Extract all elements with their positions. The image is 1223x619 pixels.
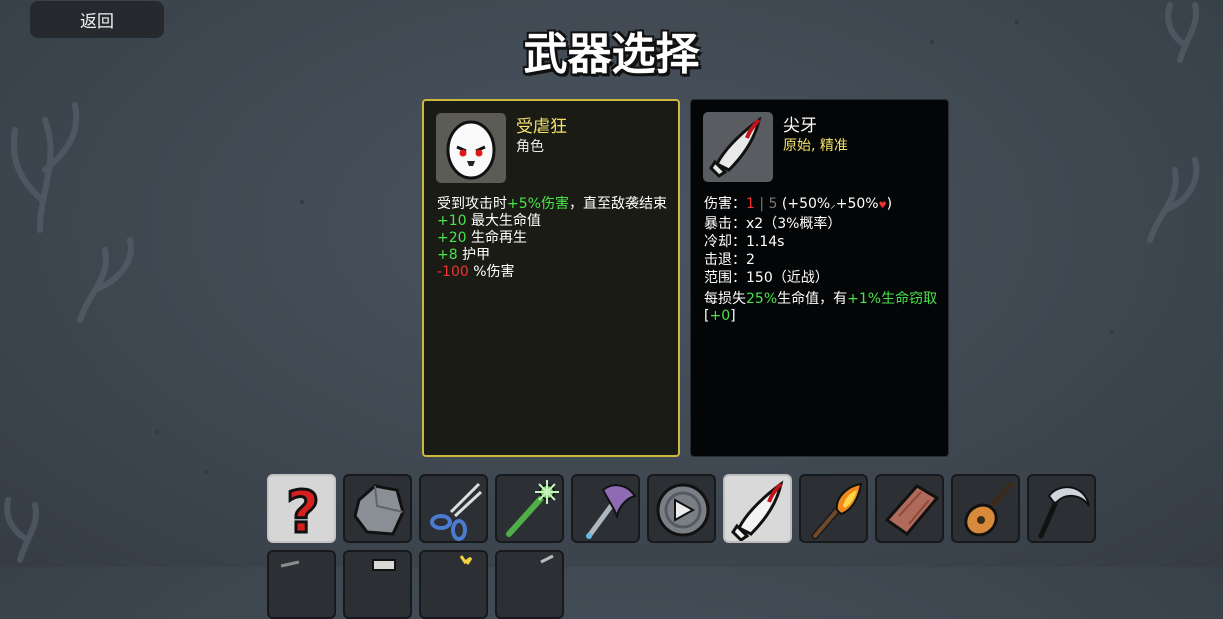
weapon-damage: 伤害：1 | 5 (+50%⸝+50%♥): [704, 195, 939, 215]
stat-max-hp: +10 最大生命值: [437, 213, 669, 230]
special-value-1: 25%: [746, 291, 778, 307]
stat-label: 最大生命值: [471, 213, 541, 229]
special-value-3: +0: [709, 308, 731, 324]
weapon-slot-scissors[interactable]: [419, 474, 488, 543]
stat-value: +20: [437, 230, 467, 246]
weapon-icon: [280, 560, 300, 568]
special-text-2: 生命值，有: [777, 291, 848, 307]
effect-prefix: 受到攻击时: [437, 196, 507, 212]
weapon-icon: [459, 555, 473, 565]
stat-label: 护甲: [462, 247, 491, 263]
damage-label: 伤害：: [704, 196, 746, 212]
weapon-icon: [372, 559, 396, 571]
weapon-slot-lute[interactable]: [951, 474, 1020, 543]
character-panel: 受虐狂 角色 受到攻击时+5%伤害，直至敌袭结束 +10 最大生命值 +20 生…: [422, 99, 680, 457]
stat-value: -100: [437, 264, 469, 280]
weapon-name: 尖牙: [783, 116, 817, 136]
weapon-stats: 伤害：1 | 5 (+50%⸝+50%♥) 暴击：x2（3%概率） 冷却：1.1…: [704, 195, 939, 325]
stat-hp-regen: +20 生命再生: [437, 230, 669, 247]
stat-label: 生命再生: [471, 230, 527, 246]
stat-value: +8: [437, 247, 458, 263]
spiked-club-icon: [506, 480, 559, 537]
weapon-icon: [540, 554, 554, 564]
weapon-slot-double-axe[interactable]: [571, 474, 640, 543]
fang-icon: [731, 480, 784, 541]
rock-icon: [353, 484, 405, 536]
double-axe-icon: [586, 484, 637, 539]
damage-base: 1: [746, 196, 755, 212]
weapon-portrait: [703, 112, 773, 182]
character-effect: 受到攻击时+5%伤害，直至敌袭结束: [437, 196, 669, 213]
stat-value: +10: [437, 213, 467, 229]
hp-icon: ♥: [878, 201, 887, 211]
weapon-slot-rock[interactable]: [343, 474, 412, 543]
special-value-2: +1%生命窃取: [847, 291, 938, 307]
weapon-classes: 原始, 精准: [783, 138, 848, 154]
character-description: 受到攻击时+5%伤害，直至敌袭结束 +10 最大生命值 +20 生命再生 +8 …: [437, 196, 669, 281]
weapon-slot-fang[interactable]: [723, 474, 792, 543]
sickle-icon: [1038, 486, 1090, 539]
weapon-cooldown: 冷却：1.14s: [704, 234, 785, 250]
weapon-slot-brick[interactable]: [875, 474, 944, 543]
stat-label: %伤害: [473, 264, 515, 280]
weapon-special: 每损失25%生命值，有+1%生命窃取[+0]: [704, 291, 939, 325]
damage-scaling-1: (+50%: [777, 196, 831, 212]
special-bracket-close: ]: [730, 308, 736, 324]
scissors-icon: [430, 482, 483, 541]
weapon-slot-row2-1[interactable]: [267, 550, 336, 619]
effect-value: +5%伤害: [507, 196, 569, 212]
weapon-slot-row2-2[interactable]: [343, 550, 412, 619]
lute-icon: [964, 481, 1014, 537]
weapon-crit: 暴击：x2（3%概率）: [704, 216, 842, 232]
torch-icon: [811, 482, 863, 540]
masochist-face-icon: [446, 120, 496, 180]
weapon-slot-spiked-shield[interactable]: [647, 474, 716, 543]
brick-icon: [884, 484, 940, 537]
stat-damage: -100 %伤害: [437, 264, 669, 281]
weapon-slot-row2-3[interactable]: [419, 550, 488, 619]
character-portrait: [436, 113, 506, 183]
page-title: 武器选择: [523, 29, 700, 80]
fang-icon: [709, 116, 762, 178]
svg-text:?: ?: [286, 478, 320, 543]
weapon-slot-spiked-club[interactable]: [495, 474, 564, 543]
weapon-knockback: 击退：2: [704, 252, 755, 268]
character-type: 角色: [516, 139, 544, 155]
weapon-slot-row2-4[interactable]: [495, 550, 564, 619]
damage-close: ): [886, 196, 893, 212]
character-name: 受虐狂: [516, 117, 567, 137]
weapon-slot-sickle[interactable]: [1027, 474, 1096, 543]
random-question-icon: ?: [285, 477, 322, 543]
effect-suffix: ，直至敌袭结束: [568, 196, 667, 212]
special-text-1: 每损失: [704, 291, 746, 307]
weapon-panel: 尖牙 原始, 精准 伤害：1 | 5 (+50%⸝+50%♥) 暴击：x2（3%…: [690, 99, 949, 457]
weapon-slot-torch[interactable]: [799, 474, 868, 543]
damage-separator: |: [754, 196, 769, 212]
stat-armor: +8 护甲: [437, 247, 669, 264]
weapon-range: 范围：150（近战）: [704, 270, 829, 286]
spiked-shield-icon: [656, 483, 710, 537]
weapon-slot-random[interactable]: ?: [267, 474, 336, 543]
damage-scaling-2: +50%: [835, 196, 879, 212]
